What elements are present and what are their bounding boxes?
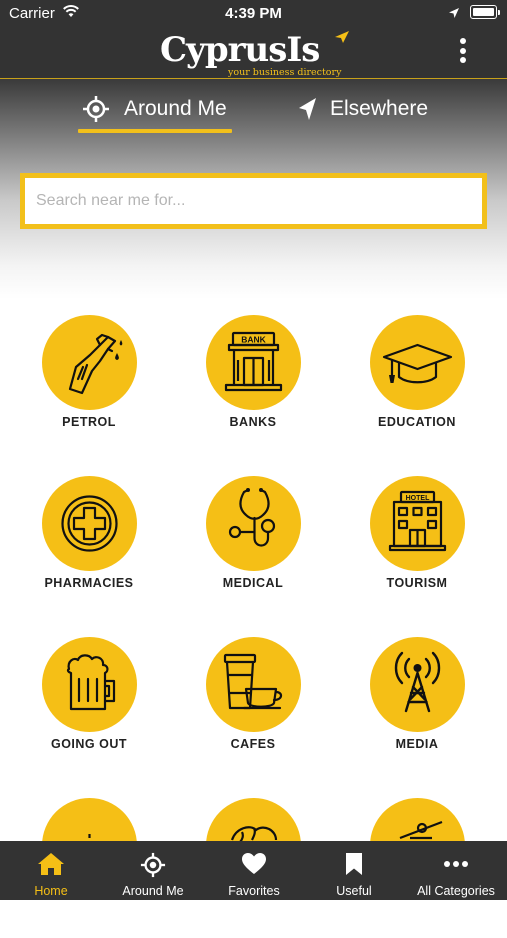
battery-icon [470,5,500,19]
more-dots-icon [408,852,504,876]
crosshair-icon [108,852,198,878]
bank-building-icon: BANK [224,331,283,392]
location-services-icon [448,6,460,23]
category-label: PHARMACIES [44,576,134,590]
logo-arrow-icon [334,30,350,49]
category-going-out[interactable]: GOING OUT [14,637,164,777]
category-medical[interactable]: MEDICAL [178,476,328,616]
clock-time: 4:39 PM [225,5,282,22]
nav-around-me-label: Around Me [122,884,184,898]
app-header: CyprusIs your business directory [0,28,507,79]
logo-wordmark: CyprusIs [160,30,320,70]
category-media[interactable]: MEDIA [342,637,492,777]
bookmark-icon [318,852,390,876]
beer-mug-icon [66,654,116,711]
app-logo[interactable]: CyprusIs your business directory [160,30,360,78]
tab-around-me[interactable]: Around Me [78,91,232,133]
category-label: CAFES [230,737,276,751]
location-arrow-icon [297,95,321,129]
nav-around-me[interactable]: Around Me [108,841,198,900]
stethoscope-icon [228,488,276,547]
graduation-cap-icon [382,343,453,384]
nav-all-categories-label: All Categories [417,884,495,898]
more-options-icon[interactable] [453,38,473,68]
category-label: TOURISM [386,576,448,590]
bottom-tab-bar: Home Around Me Favorites Useful All Cate… [0,841,507,900]
category-tourism[interactable]: HOTEL TOURISM [342,476,492,616]
nav-home-label: Home [34,884,68,898]
nav-all-categories[interactable]: All Categories [408,841,504,900]
category-petrol[interactable]: PETROL [14,315,164,455]
search-input[interactable] [25,178,482,224]
search-panel: Around Me Elsewhere [0,79,507,299]
bank-sign-text: BANK [241,335,266,345]
category-label: MEDIA [395,737,439,751]
category-banks[interactable]: BANK BANKS [178,315,328,455]
medical-cross-icon [61,495,118,552]
nav-favorites-label: Favorites [228,884,280,898]
search-box [20,173,487,229]
nav-useful-label: Useful [336,884,372,898]
fuel-nozzle-icon [68,333,123,395]
antenna-tower-icon [394,651,441,713]
home-icon [10,852,92,876]
tab-elsewhere-label: Elsewhere [330,97,429,120]
active-tab-indicator [78,129,232,133]
category-label: EDUCATION [378,415,456,429]
category-pharmacies[interactable]: PHARMACIES [14,476,164,616]
heart-icon [214,852,294,876]
category-label: GOING OUT [50,737,128,751]
hotel-sign-text: HOTEL [406,495,430,502]
nav-favorites[interactable]: Favorites [214,841,294,900]
tab-elsewhere[interactable]: Elsewhere [293,91,433,131]
tab-around-me-label: Around Me [124,97,227,120]
category-education[interactable]: EDUCATION [342,315,492,455]
category-label: MEDICAL [222,576,284,590]
nav-home[interactable]: Home [10,841,92,900]
coffee-cup-icon [223,653,283,710]
status-bar: Carrier 4:39 PM [0,0,507,28]
nav-useful[interactable]: Useful [318,841,390,900]
category-label: PETROL [62,415,116,429]
category-cafes[interactable]: CAFES [178,637,328,777]
hotel-building-icon: HOTEL [388,490,447,552]
crosshair-icon [82,95,110,129]
category-label: BANKS [229,415,277,429]
logo-tagline: your business directory [228,67,342,78]
